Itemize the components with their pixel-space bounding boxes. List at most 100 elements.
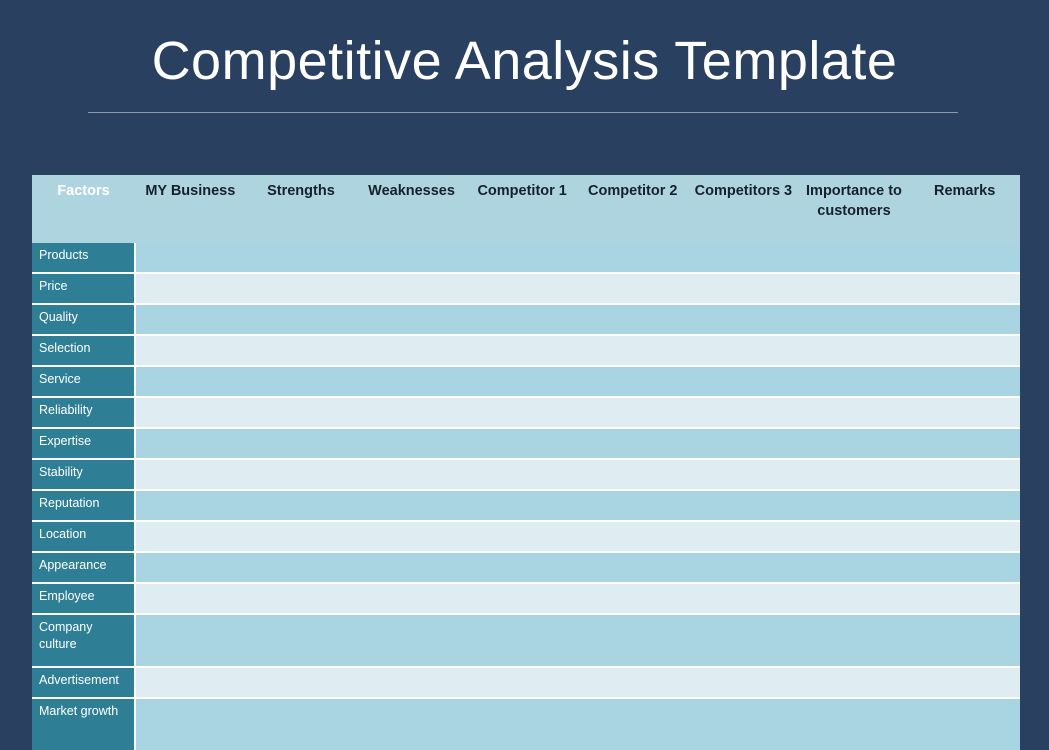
cell-competitor_2[interactable] [577,583,689,615]
cell-strengths[interactable] [245,243,357,274]
cell-competitor_1[interactable] [466,459,578,491]
column-header-weaknesses[interactable]: Weaknesses [356,175,467,243]
cell-my_business[interactable] [135,459,246,491]
column-header-competitors-3[interactable]: Competitors 3 [688,175,799,243]
cell-my_business[interactable] [135,583,246,615]
cell-competitor_2[interactable] [577,698,689,750]
cell-strengths[interactable] [245,366,357,398]
cell-importance_to_customers[interactable] [798,698,910,750]
cell-importance_to_customers[interactable] [798,667,910,699]
cell-importance_to_customers[interactable] [798,366,910,398]
cell-strengths[interactable] [245,490,357,522]
cell-competitor_1[interactable] [466,583,578,615]
cell-weaknesses[interactable] [356,552,467,584]
cell-competitors_3[interactable] [688,552,799,584]
cell-my_business[interactable] [135,335,246,367]
cell-competitor_2[interactable] [577,243,689,274]
cell-competitors_3[interactable] [688,521,799,553]
cell-importance_to_customers[interactable] [798,428,910,460]
cell-importance_to_customers[interactable] [798,273,910,305]
cell-my_business[interactable] [135,243,246,274]
cell-importance_to_customers[interactable] [798,521,910,553]
cell-remarks[interactable] [909,667,1020,699]
cell-competitors_3[interactable] [688,243,799,274]
cell-weaknesses[interactable] [356,397,467,429]
cell-weaknesses[interactable] [356,273,467,305]
cell-competitor_1[interactable] [466,397,578,429]
cell-weaknesses[interactable] [356,428,467,460]
cell-competitor_2[interactable] [577,397,689,429]
cell-strengths[interactable] [245,273,357,305]
cell-importance_to_customers[interactable] [798,459,910,491]
cell-competitors_3[interactable] [688,698,799,750]
cell-remarks[interactable] [909,490,1020,522]
cell-competitor_1[interactable] [466,521,578,553]
cell-weaknesses[interactable] [356,304,467,336]
cell-remarks[interactable] [909,273,1020,305]
cell-importance_to_customers[interactable] [798,583,910,615]
cell-strengths[interactable] [245,698,357,750]
cell-my_business[interactable] [135,428,246,460]
cell-my_business[interactable] [135,521,246,553]
cell-competitors_3[interactable] [688,366,799,398]
cell-my_business[interactable] [135,667,246,699]
cell-strengths[interactable] [245,335,357,367]
cell-competitors_3[interactable] [688,428,799,460]
column-header-my-business[interactable]: MY Business [135,175,246,243]
cell-competitor_2[interactable] [577,552,689,584]
cell-competitors_3[interactable] [688,273,799,305]
cell-competitor_2[interactable] [577,304,689,336]
cell-weaknesses[interactable] [356,459,467,491]
cell-competitors_3[interactable] [688,459,799,491]
cell-remarks[interactable] [909,304,1020,336]
cell-weaknesses[interactable] [356,521,467,553]
cell-competitor_1[interactable] [466,614,578,668]
cell-competitors_3[interactable] [688,614,799,668]
cell-importance_to_customers[interactable] [798,614,910,668]
cell-competitor_2[interactable] [577,428,689,460]
cell-competitor_2[interactable] [577,366,689,398]
cell-competitor_1[interactable] [466,366,578,398]
cell-strengths[interactable] [245,459,357,491]
column-header-competitor-1[interactable]: Competitor 1 [466,175,578,243]
cell-weaknesses[interactable] [356,667,467,699]
cell-competitors_3[interactable] [688,490,799,522]
cell-competitor_2[interactable] [577,521,689,553]
cell-my_business[interactable] [135,552,246,584]
cell-competitor_1[interactable] [466,335,578,367]
cell-remarks[interactable] [909,459,1020,491]
cell-competitors_3[interactable] [688,335,799,367]
cell-strengths[interactable] [245,614,357,668]
column-header-competitor-2[interactable]: Competitor 2 [577,175,689,243]
cell-competitor_1[interactable] [466,490,578,522]
cell-remarks[interactable] [909,698,1020,750]
cell-competitor_1[interactable] [466,304,578,336]
cell-competitor_1[interactable] [466,698,578,750]
cell-my_business[interactable] [135,397,246,429]
cell-remarks[interactable] [909,243,1020,274]
cell-weaknesses[interactable] [356,698,467,750]
cell-competitor_1[interactable] [466,552,578,584]
cell-strengths[interactable] [245,552,357,584]
cell-importance_to_customers[interactable] [798,304,910,336]
column-header-factors[interactable]: Factors [32,175,136,243]
cell-remarks[interactable] [909,583,1020,615]
cell-remarks[interactable] [909,521,1020,553]
cell-strengths[interactable] [245,428,357,460]
cell-importance_to_customers[interactable] [798,243,910,274]
cell-my_business[interactable] [135,614,246,668]
cell-strengths[interactable] [245,397,357,429]
cell-my_business[interactable] [135,490,246,522]
cell-competitor_2[interactable] [577,614,689,668]
cell-weaknesses[interactable] [356,243,467,274]
column-header-importance-to-customers[interactable]: Importance to customers [798,175,910,243]
cell-weaknesses[interactable] [356,583,467,615]
cell-strengths[interactable] [245,667,357,699]
cell-my_business[interactable] [135,698,246,750]
cell-remarks[interactable] [909,366,1020,398]
cell-remarks[interactable] [909,552,1020,584]
cell-competitor_1[interactable] [466,428,578,460]
cell-competitor_2[interactable] [577,335,689,367]
cell-importance_to_customers[interactable] [798,552,910,584]
cell-my_business[interactable] [135,273,246,305]
